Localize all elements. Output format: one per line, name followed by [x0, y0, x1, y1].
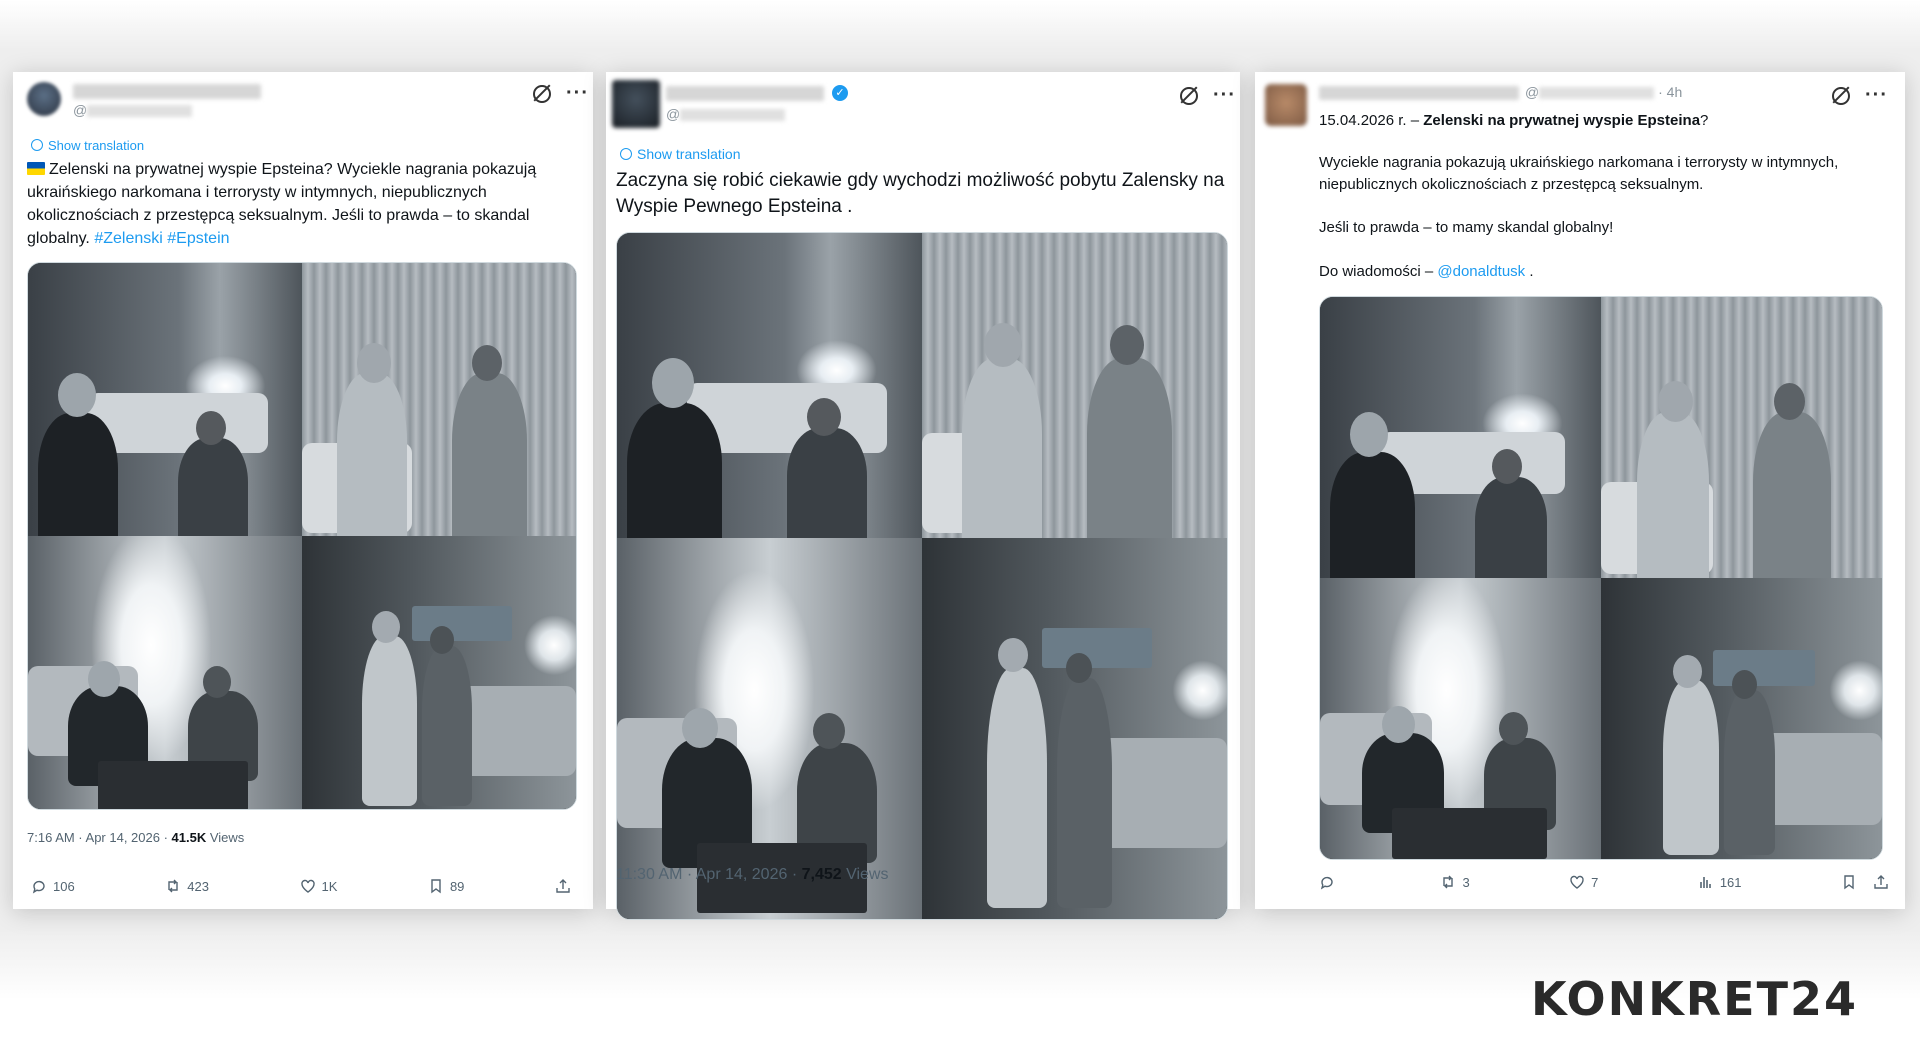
repost-icon: [168, 879, 178, 893]
verified-badge-icon[interactable]: ✓: [832, 85, 848, 101]
views-count: 41.5K: [171, 830, 207, 845]
heart-icon: [300, 879, 315, 893]
repost-button[interactable]: 3: [1440, 874, 1470, 890]
photo-bottom-left: [28, 536, 302, 809]
repost-button[interactable]: 423: [165, 878, 209, 894]
top-actions: ···: [1180, 84, 1236, 107]
grok-icon[interactable]: [533, 84, 551, 103]
heart-icon: [1570, 875, 1584, 889]
photo-top-left: [28, 263, 302, 536]
like-button[interactable]: 7: [1569, 874, 1598, 890]
avatar[interactable]: [1265, 84, 1307, 126]
like-button[interactable]: 1K: [300, 878, 337, 894]
more-options-icon[interactable]: ···: [566, 82, 589, 105]
share-button[interactable]: [555, 878, 571, 894]
grok-icon[interactable]: [1832, 86, 1850, 105]
ukraine-flag-icon: [27, 162, 45, 175]
share-button[interactable]: [1873, 874, 1889, 890]
tweet-age[interactable]: · 4h: [1658, 84, 1682, 100]
tweet-card-1: @ ··· Show translation Zelenski na prywa…: [13, 72, 593, 909]
translate-icon: [31, 139, 43, 151]
hashtag-zelenski[interactable]: #Zelenski: [94, 230, 162, 247]
share-icon: [556, 879, 570, 893]
tweet-media[interactable]: [27, 262, 577, 810]
hashtag-epstein[interactable]: #Epstein: [167, 230, 229, 247]
bookmark-icon: [431, 879, 441, 894]
analytics-icon: [1700, 877, 1711, 888]
avatar[interactable]: [612, 80, 660, 128]
repost-icon: [1443, 875, 1454, 889]
tweet-card-3: @ · 4h ··· 15.04.2026 r. – Zelenski na p…: [1255, 72, 1905, 909]
avatar[interactable]: [27, 82, 61, 116]
tweet-actions: 3 7 161: [1319, 874, 1889, 890]
show-translation-link[interactable]: Show translation: [31, 138, 144, 153]
mention-link[interactable]: @donaldtusk: [1437, 263, 1525, 280]
tweet-paragraph-1: Wyciekle nagrania pokazują ukraińskiego …: [1319, 154, 1839, 193]
photo-bottom-left: [1320, 578, 1601, 859]
tweet-headline: 15.04.2026 r. – Zelenski na prywatnej wy…: [1319, 112, 1709, 129]
bookmark-button[interactable]: 89: [428, 878, 464, 894]
top-actions: ···: [533, 82, 589, 105]
handle[interactable]: @ · 4h: [1525, 84, 1682, 100]
photo-top-right: [922, 233, 1227, 538]
tweet-paragraph-3: Do wiadomości – @donaldtusk .: [1319, 263, 1534, 280]
photo-top-left: [1320, 297, 1601, 578]
more-options-icon[interactable]: ···: [1213, 84, 1236, 107]
photo-bottom-right: [922, 538, 1227, 919]
tweet-text: Zelenski na prywatnej wyspie Epsteina? W…: [27, 161, 537, 247]
tweet-timestamp[interactable]: 11:30 AM · Apr 14, 2026 · 7,452 Views: [616, 866, 888, 884]
photo-bottom-right: [302, 536, 576, 809]
top-actions: ···: [1832, 84, 1888, 107]
tweet-actions: 106 423 1K 89: [31, 878, 571, 894]
views-count: 7,452: [801, 866, 842, 883]
photo-top-right: [302, 263, 576, 536]
tweet-media[interactable]: [1319, 296, 1883, 860]
reply-button[interactable]: [1319, 874, 1341, 890]
bookmark-button[interactable]: [1841, 874, 1857, 890]
photo-top-left: [617, 233, 922, 538]
views-button[interactable]: 161: [1698, 874, 1742, 890]
konkret24-logo: KONKRET24: [1530, 972, 1858, 1026]
photo-bottom-left: [617, 538, 922, 919]
bookmark-icon: [1844, 875, 1854, 890]
translate-icon: [620, 148, 632, 160]
more-options-icon[interactable]: ···: [1865, 84, 1888, 107]
reply-icon: [1320, 876, 1333, 890]
grok-icon[interactable]: [1180, 86, 1198, 105]
tweet-actions-right: [1841, 874, 1889, 890]
tweet-text: Zaczyna się robić ciekawie gdy wychodzi …: [616, 170, 1225, 217]
handle[interactable]: @: [73, 102, 193, 118]
show-translation-link[interactable]: Show translation: [620, 146, 741, 162]
display-name-redacted[interactable]: [73, 84, 261, 99]
photo-bottom-right: [1601, 578, 1882, 859]
handle[interactable]: @: [666, 106, 786, 122]
display-name-redacted[interactable]: [1319, 86, 1519, 100]
share-icon: [1874, 875, 1888, 889]
display-name-redacted[interactable]: [666, 86, 824, 101]
tweet-card-2: ✓ @ ··· Show translation Zaczyna się rob…: [606, 72, 1240, 920]
tweet-paragraph-2: Jeśli to prawda – to mamy skandal global…: [1319, 219, 1614, 236]
reply-icon: [32, 880, 45, 894]
reply-button[interactable]: 106: [31, 878, 75, 894]
tweet-timestamp[interactable]: 7:16 AM · Apr 14, 2026 · 41.5K Views: [27, 830, 244, 845]
tweet-media[interactable]: [616, 232, 1228, 920]
photo-top-right: [1601, 297, 1882, 578]
